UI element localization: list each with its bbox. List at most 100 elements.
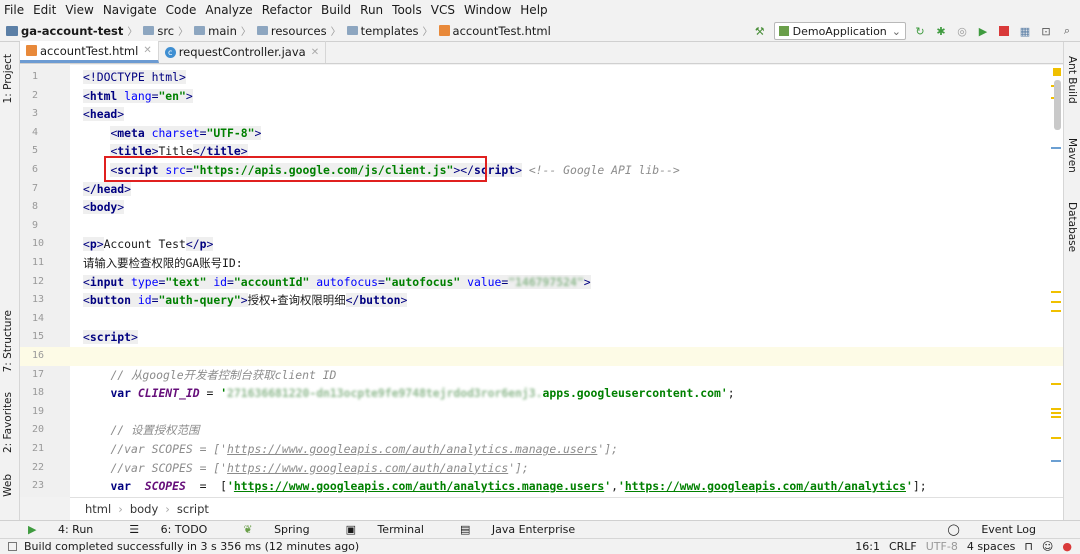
menu-tools[interactable]: Tools <box>392 3 422 17</box>
nav-templates[interactable]: templates 〉 <box>346 23 437 38</box>
warning-indicator-icon[interactable] <box>1053 68 1061 76</box>
menu-bar: File Edit View Navigate Code Analyze Ref… <box>0 0 1080 20</box>
line-number: 17 <box>32 368 45 380</box>
code-line-3: <head> <box>83 107 125 122</box>
menu-navigate[interactable]: Navigate <box>103 3 157 17</box>
menu-run[interactable]: Run <box>360 3 383 17</box>
line-number-gutter: 1 2 3 4 5 6 7 8 9 10 11 12 13 14 15 16 1… <box>20 65 81 497</box>
project-tool-tab[interactable]: 1: Project <box>2 54 14 103</box>
database-tool-tab[interactable]: Database <box>1066 202 1078 252</box>
coverage-icon[interactable]: ◎ <box>955 24 969 38</box>
nav-resources[interactable]: resources 〉 <box>256 23 345 38</box>
nav-src[interactable]: src 〉 <box>143 23 192 38</box>
editor-scrollbar-thumb[interactable] <box>1054 80 1061 130</box>
inspector-icon[interactable]: ☺ <box>1042 540 1053 553</box>
menu-edit[interactable]: Edit <box>33 3 56 17</box>
line-number: 13 <box>32 294 45 306</box>
stripe-mark[interactable] <box>1051 460 1061 462</box>
nav-project[interactable]: ga-account-test 〉 <box>6 23 141 38</box>
stripe-mark[interactable] <box>1051 412 1061 414</box>
stripe-mark[interactable] <box>1051 301 1061 303</box>
tab-requestcontroller-java[interactable]: c requestController.java ✕ <box>159 41 327 63</box>
left-tool-strip: 1: Project 7: Structure 2: Favorites Web <box>0 42 20 520</box>
run-config-select[interactable]: DemoApplication ⌄ <box>773 22 906 40</box>
close-icon[interactable]: ✕ <box>143 45 151 56</box>
terminal-icon[interactable]: ⊡ <box>1039 24 1053 38</box>
folder-icon <box>143 26 155 35</box>
event-log-icon: ◯ <box>947 523 964 536</box>
code-line-13: <button id="auth-query">授权+查询权限明细</butto… <box>83 293 408 308</box>
main-toolbar: ⚒ DemoApplication ⌄ ↻ ✱ ◎ ▶ ▦ ⊡ ⌕ <box>753 22 1074 40</box>
line-number: 15 <box>32 331 45 343</box>
ant-build-tool-tab[interactable]: Ant Build <box>1066 56 1078 104</box>
close-icon[interactable]: ✕ <box>311 47 319 58</box>
indent-setting[interactable]: 4 spaces <box>967 540 1016 553</box>
menu-window[interactable]: Window <box>464 3 511 17</box>
web-tool-tab[interactable]: Web <box>2 474 14 497</box>
code-editor[interactable]: <!DOCTYPE html> <html lang="en"> <head> … <box>70 65 1063 497</box>
stripe-mark[interactable] <box>1051 291 1061 293</box>
right-tool-strip: Ant Build Maven Database <box>1063 42 1080 520</box>
menu-code[interactable]: Code <box>166 3 197 17</box>
line-number: 4 <box>32 126 39 138</box>
project-structure-icon[interactable]: ▦ <box>1018 24 1032 38</box>
debug-icon[interactable]: ✱ <box>934 24 948 38</box>
highlight-annotation-box <box>104 156 487 182</box>
line-number: 10 <box>32 238 45 250</box>
stripe-mark[interactable] <box>1051 437 1061 439</box>
line-number: 8 <box>32 201 39 213</box>
java-enterprise-tool-button[interactable]: ▤ Java Enterprise <box>460 523 593 536</box>
code-line-20: // 设置授权范围 <box>110 423 200 438</box>
tab-accounttest-html[interactable]: accountTest.html ✕ <box>20 41 159 63</box>
stripe-mark[interactable] <box>1051 408 1061 410</box>
menu-vcs[interactable]: VCS <box>431 3 455 17</box>
caret-position[interactable]: 16:1 <box>855 540 880 553</box>
status-bar: Build completed successfully in 3 s 356 … <box>0 538 1080 554</box>
folder-icon <box>256 26 268 35</box>
structure-tool-tab[interactable]: 7: Structure <box>2 310 14 372</box>
stripe-mark[interactable] <box>1051 310 1061 312</box>
file-encoding[interactable]: UTF-8 <box>926 540 958 553</box>
nav-file[interactable]: accountTest.html <box>438 24 551 38</box>
crumb-script[interactable]: script <box>177 502 209 516</box>
toggle-tool-windows-icon[interactable] <box>8 542 17 551</box>
profile-icon[interactable]: ▶ <box>976 24 990 38</box>
todo-tool-button[interactable]: ☰ 6: TODO <box>129 523 225 536</box>
terminal-tool-button[interactable]: ▣ Terminal <box>346 523 442 536</box>
stripe-mark[interactable] <box>1051 147 1061 149</box>
lock-icon[interactable]: ⊓ <box>1024 540 1033 553</box>
menu-analyze[interactable]: Analyze <box>205 3 252 17</box>
java-enterprise-icon: ▤ <box>459 523 474 536</box>
favorites-tool-tab[interactable]: 2: Favorites <box>2 392 14 453</box>
menu-refactor[interactable]: Refactor <box>262 3 312 17</box>
crumb-html[interactable]: html <box>85 502 111 516</box>
build-hammer-icon[interactable]: ⚒ <box>753 24 767 38</box>
html-file-icon <box>26 45 37 56</box>
menu-file[interactable]: File <box>4 3 24 17</box>
spring-tool-button[interactable]: ❦ Spring <box>243 523 327 536</box>
line-number: 11 <box>32 257 45 268</box>
rerun-icon[interactable]: ↻ <box>913 24 927 38</box>
stop-icon[interactable] <box>997 24 1011 38</box>
code-line-12: <input type="text" id="accountId" autofo… <box>83 274 591 289</box>
menu-view[interactable]: View <box>65 3 93 17</box>
line-number: 3 <box>32 108 39 120</box>
line-number: 16 <box>20 347 70 366</box>
editor-tabs: accountTest.html ✕ c requestController.jav… <box>20 41 1063 64</box>
code-line-15: <script> <box>83 330 138 345</box>
run-tool-button[interactable]: ▶ 4: Run <box>28 523 111 536</box>
crumb-body[interactable]: body <box>130 502 158 516</box>
stripe-mark[interactable] <box>1051 416 1061 418</box>
search-icon[interactable]: ⌕ <box>1060 24 1074 38</box>
maven-tool-tab[interactable]: Maven <box>1066 138 1078 173</box>
terminal-icon: ▣ <box>345 523 360 536</box>
event-log-button[interactable]: ◯ Event Log <box>948 523 1054 536</box>
error-icon[interactable]: ● <box>1062 540 1072 553</box>
code-line-21: //var SCOPES = ['https://www.googleapis.… <box>110 442 618 456</box>
menu-help[interactable]: Help <box>520 3 547 17</box>
menu-build[interactable]: Build <box>321 3 351 17</box>
stripe-mark[interactable] <box>1051 383 1061 385</box>
line-separator[interactable]: CRLF <box>889 540 917 553</box>
line-number: 5 <box>32 145 39 157</box>
nav-main[interactable]: main 〉 <box>194 23 255 38</box>
